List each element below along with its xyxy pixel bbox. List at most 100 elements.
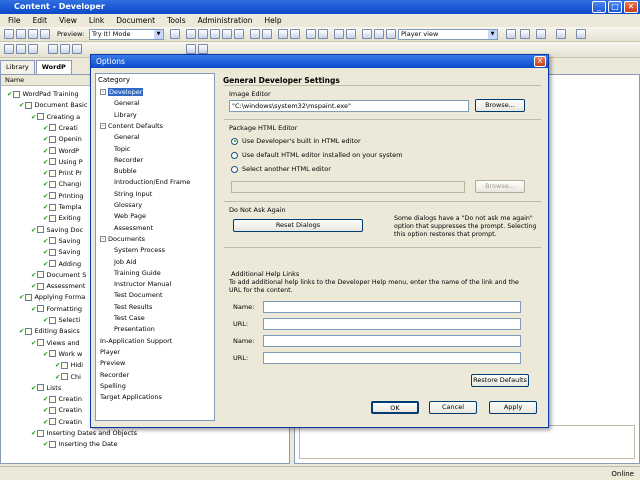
paste-icon[interactable] [210, 29, 220, 39]
tree-item[interactable]: ✔ Creatin [43, 417, 82, 427]
category-item[interactable]: Bubble [114, 166, 137, 176]
radio-other-editor[interactable]: Select another HTML editor [231, 165, 331, 174]
layout-icon[interactable] [506, 29, 516, 39]
menu-administration[interactable]: Administration [198, 14, 253, 27]
align-right-icon[interactable] [72, 44, 82, 54]
menu-file[interactable]: File [8, 14, 21, 27]
tree-item[interactable]: ✔ Using P [43, 157, 83, 167]
delete-icon[interactable] [222, 29, 232, 39]
go-icon[interactable] [170, 29, 180, 39]
help-link-url-1[interactable] [263, 318, 521, 330]
tree-item[interactable]: ✔ Openin [43, 134, 82, 144]
tab-library[interactable]: Library [0, 60, 35, 74]
tree-item[interactable]: ✔ Document S [31, 270, 86, 280]
properties-icon[interactable] [362, 29, 372, 39]
category-item[interactable]: - Content Defaults [100, 121, 163, 131]
tree-item[interactable]: ✔ Saving [43, 247, 80, 257]
tree-item[interactable]: ✔ Applying Forma [19, 292, 85, 302]
context-help-icon[interactable] [346, 29, 356, 39]
category-item[interactable]: Player [100, 347, 120, 357]
tree-item[interactable]: ✔ Views and [31, 338, 80, 348]
tree-item[interactable]: ✔ Creati [43, 123, 78, 133]
tree-item[interactable]: ✔ Saving Doc [31, 225, 83, 235]
undo-icon[interactable] [250, 29, 260, 39]
align-center-icon[interactable] [60, 44, 70, 54]
tree-icon[interactable] [318, 29, 328, 39]
category-item[interactable]: Recorder [114, 155, 143, 165]
align-left-icon[interactable] [48, 44, 58, 54]
tree-item[interactable]: ✔ Assessment [31, 281, 85, 291]
help-link-name-1[interactable] [263, 301, 521, 313]
tree-item[interactable]: ✔ Adding [43, 259, 81, 269]
collapse-icon[interactable]: - [100, 122, 106, 129]
close-button[interactable]: ✕ [624, 1, 638, 13]
tree-item[interactable]: ✔ Hidi [55, 360, 83, 370]
menu-view[interactable]: View [59, 14, 77, 27]
category-item[interactable]: Target Applications [100, 392, 162, 402]
cancel-button[interactable]: Cancel [429, 401, 477, 414]
preview-mode-select[interactable]: Try It! Mode ▼ [89, 29, 164, 40]
category-item[interactable]: Spelling [100, 381, 126, 391]
check-in-icon[interactable] [556, 29, 566, 39]
category-item[interactable]: Test Case [114, 313, 145, 323]
record-icon[interactable] [290, 29, 300, 39]
tree-item[interactable]: ✔ Templa [43, 202, 82, 212]
menu-document[interactable]: Document [116, 14, 155, 27]
category-item[interactable]: Assessment [114, 223, 153, 233]
category-item[interactable]: General [114, 98, 140, 108]
tree-item[interactable]: ✔ Chi [55, 372, 81, 382]
category-item[interactable]: Test Document [114, 290, 163, 300]
radio-default-editor[interactable]: Use default HTML editor installed on you… [231, 151, 403, 160]
tree-item[interactable]: ✔ Creatin [43, 405, 82, 415]
collapse-icon[interactable]: - [100, 89, 106, 95]
player-view-select[interactable]: Player view ▼ [398, 29, 498, 40]
category-item[interactable]: - Developer [100, 87, 144, 97]
tree-item[interactable]: ✔ Exiting [43, 213, 81, 223]
redo-icon[interactable] [262, 29, 272, 39]
category-item[interactable]: In-Application Support [100, 336, 172, 346]
refresh-icon[interactable] [306, 29, 316, 39]
tree-item[interactable]: ✔ Printing [43, 191, 83, 201]
tree-item[interactable]: ✔ Work w [43, 349, 82, 359]
copy-icon[interactable] [198, 29, 208, 39]
menu-edit[interactable]: Edit [33, 14, 48, 27]
category-item[interactable]: Test Results [114, 302, 152, 312]
tree-item[interactable]: ✔ Inserting Dates and Objects [31, 428, 137, 438]
category-item[interactable]: Presentation [114, 324, 155, 334]
tree-item[interactable]: ✔ Document Basic [19, 100, 87, 110]
minimize-button[interactable]: _ [592, 1, 606, 13]
open-icon[interactable] [16, 29, 26, 39]
tree-item[interactable]: ✔ Creating a [31, 112, 80, 122]
apply-button[interactable]: Apply [489, 401, 537, 414]
tree-item[interactable]: ✔ Lists [31, 383, 61, 393]
dialog-close-button[interactable]: X [534, 56, 546, 67]
print-icon[interactable] [40, 29, 50, 39]
cut-icon[interactable] [186, 29, 196, 39]
name-column-header[interactable]: Name [5, 76, 24, 84]
new-icon[interactable] [4, 29, 14, 39]
category-item[interactable]: Glossary [114, 200, 142, 210]
category-item[interactable]: Training Guide [114, 268, 161, 278]
underline-icon[interactable] [28, 44, 38, 54]
category-item[interactable]: System Process [114, 245, 165, 255]
category-item[interactable]: - Documents [100, 234, 145, 244]
image-editor-browse-button[interactable]: Browse... [475, 99, 525, 112]
tree-item[interactable]: ✔ Saving [43, 236, 80, 246]
restore-defaults-button[interactable]: Restore Defaults [471, 374, 529, 387]
category-item[interactable]: Preview [100, 358, 125, 368]
tree-item[interactable]: ✔ Selecti [43, 315, 80, 325]
category-item[interactable]: String Input [114, 189, 152, 199]
maximize-button[interactable]: □ [608, 1, 622, 13]
menu-link[interactable]: Link [89, 14, 104, 27]
italic-icon[interactable] [16, 44, 26, 54]
category-item[interactable]: Topic [114, 144, 130, 154]
image-editor-input[interactable]: "C:\windows\system32\mspaint.exe" [229, 100, 469, 112]
view-icon[interactable] [386, 29, 396, 39]
tree-item[interactable]: ✔ WordPad Training [7, 89, 79, 99]
tree-item[interactable]: ✔ Inserting the Date [43, 439, 117, 449]
radio-builtin-editor[interactable]: Use Developer's built in HTML editor [231, 137, 361, 146]
help-link-name-2[interactable] [263, 335, 521, 347]
find-icon[interactable] [234, 29, 244, 39]
tree-item[interactable]: ✔ WordP [43, 146, 79, 156]
indent-icon[interactable] [186, 44, 196, 54]
